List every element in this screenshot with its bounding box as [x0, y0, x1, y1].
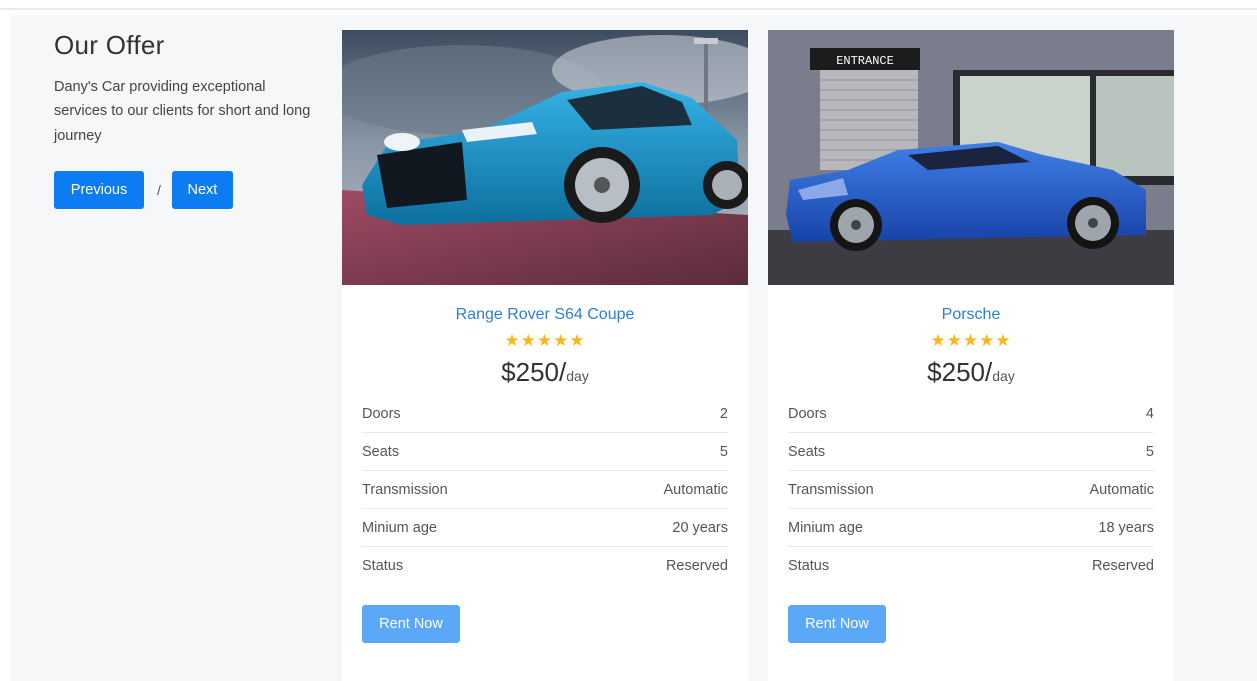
offer-intro: Our Offer Dany's Car providing exception…	[54, 30, 314, 210]
car-name[interactable]: Range Rover S64 Coupe	[342, 306, 748, 324]
price-unit: day	[566, 368, 589, 384]
spec-row: Doors 2	[362, 395, 728, 433]
spec-value: 2	[719, 405, 728, 422]
spec-value: 4	[1145, 405, 1154, 422]
price-amount: $250/	[501, 357, 567, 387]
spec-list: Doors 2 Seats 5 Transmission Automatic M…	[362, 395, 728, 585]
spec-row: Status Reserved	[788, 547, 1154, 585]
spec-value: Automatic	[663, 481, 728, 498]
spec-label: Status	[362, 558, 404, 574]
next-button[interactable]: Next	[171, 171, 233, 210]
spec-row: Minium age 20 years	[362, 509, 728, 547]
spec-label: Doors	[788, 405, 827, 422]
offer-description: Dany's Car providing exceptional service…	[54, 79, 311, 144]
spec-value: Reserved	[665, 558, 728, 574]
spec-row: Seats 5	[362, 433, 728, 471]
car-name[interactable]: Porsche	[768, 306, 1174, 324]
spec-list: Doors 4 Seats 5 Transmission Automatic M…	[788, 395, 1154, 585]
spec-value: 5	[719, 443, 728, 460]
spec-row: Transmission Automatic	[788, 471, 1154, 509]
entrance-sign: ENTRANCE	[836, 54, 894, 68]
blue-coupe-entrance-photo: ENTRANCE	[768, 30, 1174, 285]
spec-label: Minium age	[362, 519, 437, 536]
spec-value: 20 years	[672, 519, 728, 536]
spec-label: Seats	[362, 443, 400, 460]
star-rating-icon: ★★★★★	[930, 331, 1012, 350]
spec-label: Transmission	[788, 481, 874, 498]
spec-row: Transmission Automatic	[362, 471, 728, 509]
offer-title: Our Offer	[54, 30, 165, 60]
price-unit: day	[992, 368, 1015, 384]
previous-button[interactable]: Previous	[54, 171, 144, 210]
spec-row: Minium age 18 years	[788, 509, 1154, 547]
spec-label: Doors	[362, 405, 401, 422]
car-price: $250/day	[342, 357, 748, 388]
nav-separator: /	[157, 182, 161, 199]
spec-label: Seats	[788, 443, 826, 460]
price-amount: $250/	[927, 357, 993, 387]
car-card: Range Rover S64 Coupe ★★★★★ $250/day Doo…	[342, 30, 748, 681]
spec-value: 5	[1145, 443, 1154, 460]
spec-row: Status Reserved	[362, 547, 728, 585]
spec-value: Automatic	[1089, 481, 1154, 498]
car-card: ENTRANCE Porsche ★★★★★ $250/day Doors 4	[768, 30, 1174, 681]
blue-sports-sedan-photo	[342, 30, 748, 285]
spec-label: Minium age	[788, 519, 863, 536]
star-rating-icon: ★★★★★	[504, 331, 586, 350]
rent-now-button[interactable]: Rent Now	[362, 605, 460, 643]
spec-label: Status	[788, 558, 830, 574]
spec-value: 18 years	[1098, 519, 1154, 536]
spec-value: Reserved	[1091, 558, 1154, 574]
car-price: $250/day	[768, 357, 1174, 388]
spec-row: Doors 4	[788, 395, 1154, 433]
rent-now-button[interactable]: Rent Now	[788, 605, 886, 643]
top-divider	[0, 8, 1257, 10]
carousel-nav: Previous / Next	[54, 171, 314, 210]
spec-label: Transmission	[362, 481, 448, 498]
spec-row: Seats 5	[788, 433, 1154, 471]
